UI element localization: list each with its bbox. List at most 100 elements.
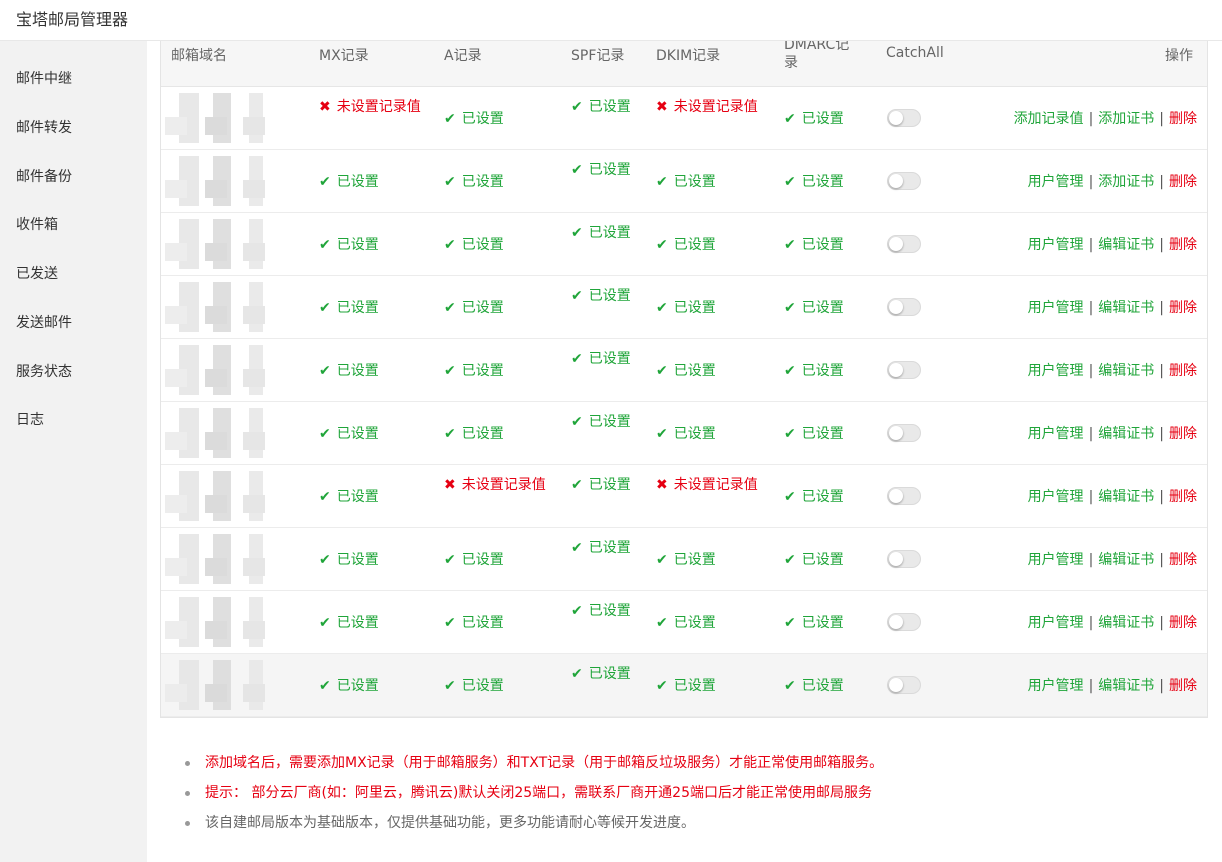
spf-status-text: 已设置 bbox=[588, 414, 631, 430]
cross-icon: ✖ bbox=[319, 99, 331, 115]
sidebar: 邮件中继 邮件转发 邮件备份 收件箱 已发送 发送邮件 服务状态 日志 bbox=[0, 41, 147, 862]
a-status: ✖ 未设置记录值 bbox=[444, 475, 554, 496]
action-link-primary[interactable]: 用户管理 bbox=[1028, 300, 1084, 316]
cert-link[interactable]: 编辑证书 bbox=[1098, 300, 1154, 316]
separator: | bbox=[1159, 363, 1164, 379]
catchall-toggle[interactable] bbox=[887, 298, 921, 316]
cert-link[interactable]: 编辑证书 bbox=[1098, 237, 1154, 253]
separator: | bbox=[1088, 615, 1094, 631]
toggle-knob bbox=[889, 426, 903, 440]
cert-link[interactable]: 编辑证书 bbox=[1098, 615, 1154, 631]
cross-icon: ✖ bbox=[656, 477, 668, 493]
action-link-primary[interactable]: 用户管理 bbox=[1028, 489, 1084, 505]
dmarc-status-text: 已设置 bbox=[801, 111, 844, 127]
table-row: ✔ 已设置 ✔ 已设置 ✔ 已设置 ✔ 已设置 ✔ 已设置 用户管理 | 添加证书 | 删除 bbox=[161, 150, 1207, 213]
delete-link[interactable]: 删除 bbox=[1169, 615, 1197, 631]
spf-status-text: 已设置 bbox=[588, 603, 631, 619]
row-actions: 添加记录值 | 添加证书 | 删除 bbox=[1014, 108, 1197, 128]
table-row: ✔ 已设置 ✔ 已设置 ✔ 已设置 ✔ 已设置 ✔ 已设置 用户管理 | 编辑证书 | 删除 bbox=[161, 654, 1207, 717]
check-icon: ✔ bbox=[656, 678, 668, 694]
catchall-toggle[interactable] bbox=[887, 172, 921, 190]
catchall-toggle[interactable] bbox=[887, 361, 921, 379]
dkim-status-text: 已设置 bbox=[673, 678, 716, 694]
sidebar-item-mail-forward[interactable]: 邮件转发 bbox=[16, 117, 72, 137]
check-icon: ✔ bbox=[444, 426, 456, 442]
sidebar-item-logs[interactable]: 日志 bbox=[16, 409, 44, 429]
delete-link[interactable]: 删除 bbox=[1169, 426, 1197, 442]
catchall-toggle[interactable] bbox=[887, 424, 921, 442]
cert-link[interactable]: 编辑证书 bbox=[1098, 489, 1154, 505]
action-link-primary[interactable]: 添加记录值 bbox=[1014, 111, 1084, 127]
delete-link[interactable]: 删除 bbox=[1169, 300, 1197, 316]
action-link-primary[interactable]: 用户管理 bbox=[1028, 552, 1084, 568]
delete-link[interactable]: 删除 bbox=[1169, 678, 1197, 694]
check-icon: ✔ bbox=[571, 414, 583, 430]
domain-cell-redacted bbox=[165, 408, 305, 458]
dmarc-status: ✔ 已设置 bbox=[784, 360, 844, 380]
delete-link[interactable]: 删除 bbox=[1169, 237, 1197, 253]
domain-cell-redacted bbox=[165, 156, 305, 206]
cert-link[interactable]: 编辑证书 bbox=[1098, 363, 1154, 379]
check-icon: ✔ bbox=[444, 237, 456, 253]
catchall-toggle[interactable] bbox=[887, 235, 921, 253]
app-titlebar: 宝塔邮局管理器 bbox=[0, 0, 1222, 41]
table-row: ✔ 已设置 ✔ 已设置 ✔ 已设置 ✔ 已设置 ✔ 已设置 用户管理 | 编辑证书 | 删除 bbox=[161, 402, 1207, 465]
separator: | bbox=[1088, 678, 1094, 694]
mx-status-text: 已设置 bbox=[336, 237, 379, 253]
catchall-toggle[interactable] bbox=[887, 613, 921, 631]
dkim-status: ✖ 未设置记录值 bbox=[656, 97, 766, 118]
action-link-primary[interactable]: 用户管理 bbox=[1028, 426, 1084, 442]
table-row: ✔ 已设置 ✖ 未设置记录值 ✔ 已设置 ✖ 未设置记录值 ✔ 已设置 用户管理 | 编辑证书 | 删除 bbox=[161, 465, 1207, 528]
delete-link[interactable]: 删除 bbox=[1169, 111, 1197, 127]
separator: | bbox=[1159, 678, 1164, 694]
cert-link[interactable]: 编辑证书 bbox=[1098, 552, 1154, 568]
check-icon: ✔ bbox=[319, 363, 331, 379]
sidebar-item-inbox[interactable]: 收件箱 bbox=[16, 214, 58, 234]
catchall-toggle[interactable] bbox=[887, 676, 921, 694]
dmarc-status: ✔ 已设置 bbox=[784, 675, 844, 695]
mx-status-text: 已设置 bbox=[336, 615, 379, 631]
dkim-status: ✔ 已设置 bbox=[656, 171, 716, 191]
dkim-status-text: 未设置记录值 bbox=[673, 477, 758, 493]
delete-link[interactable]: 删除 bbox=[1169, 363, 1197, 379]
action-link-primary[interactable]: 用户管理 bbox=[1028, 363, 1084, 379]
row-actions: 用户管理 | 添加证书 | 删除 bbox=[1028, 171, 1197, 191]
col-dkim: DKIM记录 bbox=[656, 48, 721, 64]
catchall-toggle[interactable] bbox=[887, 109, 921, 127]
cert-link[interactable]: 添加证书 bbox=[1098, 111, 1154, 127]
cert-link[interactable]: 编辑证书 bbox=[1098, 426, 1154, 442]
delete-link[interactable]: 删除 bbox=[1169, 489, 1197, 505]
spf-status: ✔ 已设置 bbox=[571, 160, 631, 181]
check-icon: ✔ bbox=[444, 300, 456, 316]
delete-link[interactable]: 删除 bbox=[1169, 174, 1197, 190]
cert-link[interactable]: 编辑证书 bbox=[1098, 678, 1154, 694]
sidebar-item-sent[interactable]: 已发送 bbox=[16, 263, 58, 283]
catchall-toggle[interactable] bbox=[887, 550, 921, 568]
sidebar-item-mail-backup[interactable]: 邮件备份 bbox=[16, 166, 72, 186]
mx-status-text: 已设置 bbox=[336, 300, 379, 316]
sidebar-item-send-mail[interactable]: 发送邮件 bbox=[16, 312, 72, 332]
separator: | bbox=[1159, 552, 1164, 568]
cert-link[interactable]: 添加证书 bbox=[1098, 174, 1154, 190]
check-icon: ✔ bbox=[571, 477, 583, 493]
check-icon: ✔ bbox=[784, 111, 796, 127]
a-status-text: 已设置 bbox=[461, 111, 504, 127]
check-icon: ✔ bbox=[319, 426, 331, 442]
delete-link[interactable]: 删除 bbox=[1169, 552, 1197, 568]
action-link-primary[interactable]: 用户管理 bbox=[1028, 237, 1084, 253]
action-link-primary[interactable]: 用户管理 bbox=[1028, 678, 1084, 694]
bullet-icon bbox=[185, 821, 190, 826]
sidebar-item-mail-relay[interactable]: 邮件中继 bbox=[16, 68, 72, 88]
separator: | bbox=[1159, 426, 1164, 442]
dkim-status: ✔ 已设置 bbox=[656, 549, 716, 569]
domain-cell-redacted bbox=[165, 345, 305, 395]
action-link-primary[interactable]: 用户管理 bbox=[1028, 174, 1084, 190]
catchall-toggle[interactable] bbox=[887, 487, 921, 505]
mx-status: ✔ 已设置 bbox=[319, 297, 379, 317]
mx-status-text: 已设置 bbox=[336, 678, 379, 694]
spf-status: ✔ 已设置 bbox=[571, 286, 631, 307]
sidebar-item-service-status[interactable]: 服务状态 bbox=[16, 361, 72, 381]
a-status-text: 已设置 bbox=[461, 363, 504, 379]
check-icon: ✔ bbox=[656, 237, 668, 253]
action-link-primary[interactable]: 用户管理 bbox=[1028, 615, 1084, 631]
